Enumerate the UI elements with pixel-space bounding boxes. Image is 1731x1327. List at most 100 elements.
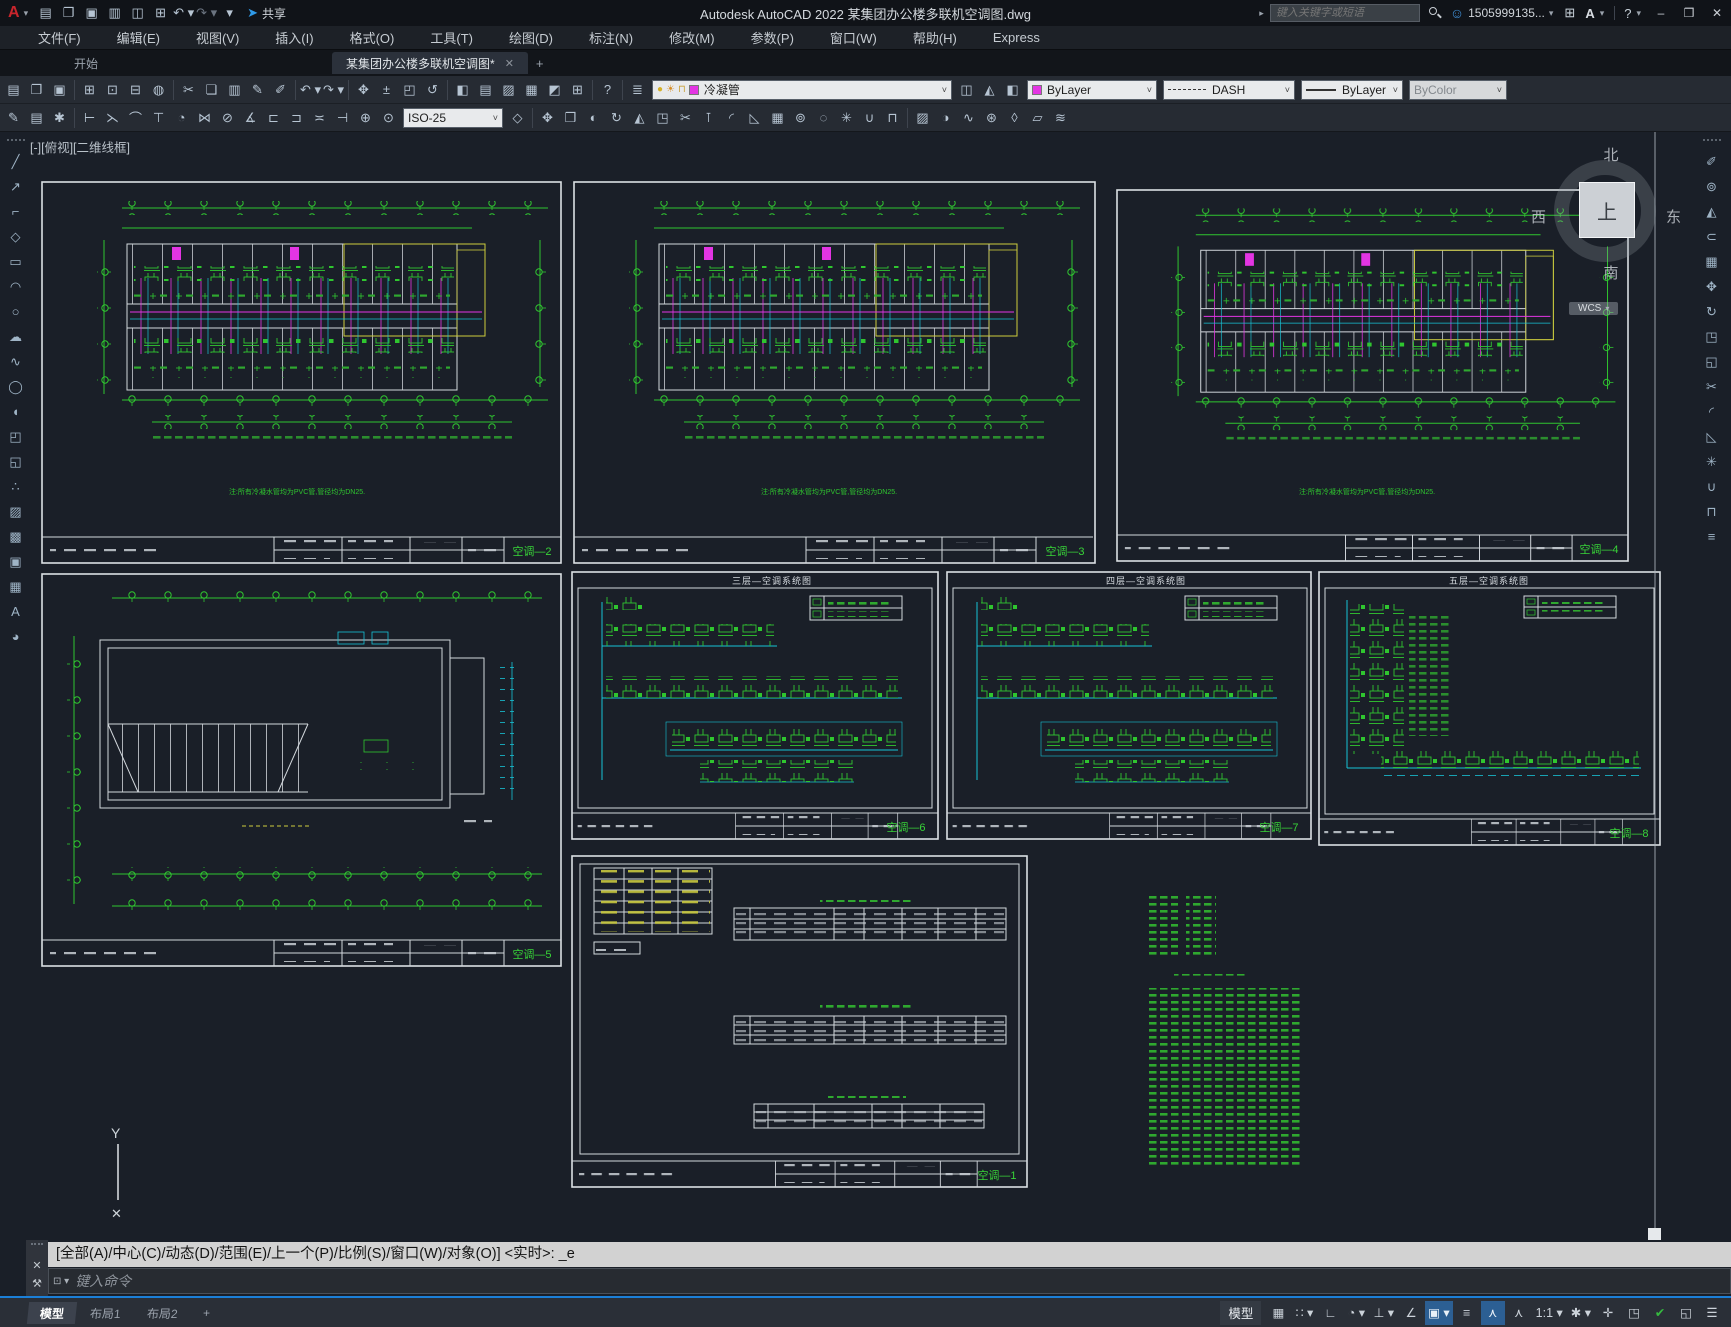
ortho-icon[interactable]: ∟ [1318,1301,1342,1325]
join-icon[interactable]: ∪ [858,106,881,130]
menu-item[interactable]: Express [975,26,1058,49]
clean-screen-icon[interactable]: ◱ [1674,1301,1698,1325]
menu-item[interactable]: 视图(V) [178,26,257,49]
isolate-objects-icon[interactable]: ◳ [1622,1301,1646,1325]
dim-baseline-icon[interactable]: ⊏ [262,106,285,130]
polyline-icon[interactable]: ⌐ [3,199,28,224]
dim-angular-icon[interactable]: ∡ [239,106,262,130]
linetype-combo[interactable]: DASH ˅ [1163,79,1295,100]
point-style-icon[interactable]: ◕ [3,624,28,649]
group-icon[interactable]: ◊ [1003,106,1026,130]
tab-start[interactable]: 开始 [60,52,112,74]
align-icon[interactable]: ▱ [1026,106,1049,130]
paste-icon[interactable]: ▥ [223,78,246,102]
construction-line-icon[interactable]: ↗ [3,174,28,199]
designcenter-icon[interactable]: ▤ [474,78,497,102]
crosshair-icon[interactable]: ✛ [1596,1301,1620,1325]
dim-break-icon[interactable]: ⊣ [331,106,354,130]
wcs-menu[interactable]: WCS ▾ [1569,302,1619,315]
tolerance-icon[interactable]: ⊕ [354,106,377,130]
dim-diameter-icon[interactable]: ⊘ [216,106,239,130]
isodraft-icon[interactable]: ⊥ ▾ [1370,1301,1397,1325]
match-properties-icon[interactable]: ✎ [246,78,269,102]
mirror-icon[interactable]: ◭ [628,106,651,130]
search-input[interactable] [1269,4,1420,22]
lineweight-display-icon[interactable]: ≡ [1455,1301,1479,1325]
center-mark-icon[interactable]: ⊙ [377,106,400,130]
menu-item[interactable]: 修改(M) [651,26,733,49]
dim-radius-icon[interactable]: ◔ [170,106,193,130]
save-icon[interactable]: ▣ [48,78,71,102]
zoom-window-icon[interactable]: ◰ [398,78,421,102]
rectangle-icon[interactable]: ▭ [3,249,28,274]
annotation-visibility-icon[interactable]: ⋏ [1480,1300,1505,1325]
menu-item[interactable]: 参数(P) [733,26,812,49]
explode-icon[interactable]: ✳ [1699,449,1724,474]
spline-edit-icon[interactable]: ∿ [957,106,980,130]
share-icon[interactable]: ➤ [247,5,258,21]
extend-icon[interactable]: ⊺ [697,106,720,130]
properties-icon[interactable]: ◧ [451,78,474,102]
tool-palettes-icon[interactable]: ▨ [497,78,520,102]
command-close-icon[interactable]: ✕ [32,1259,41,1272]
gradient-icon[interactable]: ▩ [3,524,28,549]
menu-item[interactable]: 插入(I) [257,26,331,49]
menu-item[interactable]: 工具(T) [412,26,491,49]
new-icon[interactable]: ▤ [2,78,25,102]
mtext-icon[interactable]: A [3,599,28,624]
spline-icon[interactable]: ∿ [3,349,28,374]
viewcube-north[interactable]: 北 [1545,144,1677,165]
rotate-icon[interactable]: ↻ [1699,299,1724,324]
snap-mode-icon[interactable]: ∷ ▾ [1292,1301,1316,1325]
model-tab[interactable]: 模型 [26,1301,78,1324]
viewcube-top-face[interactable]: 上 [1579,182,1635,238]
help-icon[interactable]: ? [1624,6,1631,21]
polyline-edit-icon[interactable]: ◑ [934,106,957,130]
web-icon[interactable]: ◍ [147,78,170,102]
trim-icon[interactable]: ✂ [1699,374,1724,399]
overlap-icon[interactable]: ≋ [1049,106,1072,130]
offset-icon[interactable]: ⊚ [789,106,812,130]
command-grip[interactable]: ✕ ⚒ [26,1240,48,1296]
command-input[interactable]: ⊡ ▾ 键入命令 [48,1268,1731,1294]
menu-item[interactable]: 编辑(E) [99,26,178,49]
maximize-button[interactable]: ❒ [1675,6,1703,20]
command-tools-icon[interactable]: ⚒ [32,1277,42,1290]
plot-preview-icon[interactable]: ⊡ [101,78,124,102]
command-prompt-icon[interactable]: ⊡ ▾ [53,1276,69,1287]
customization-menu-icon[interactable]: ☰ [1700,1301,1724,1325]
layer-off-icon[interactable]: ◫ [955,78,978,102]
search-icon[interactable] [1428,6,1442,20]
print-icon[interactable]: ⊞ [149,1,172,25]
layer-freeze-icon[interactable]: ☀ [666,84,675,95]
undo-icon[interactable]: ↶ ▾ [172,1,195,25]
dim-style-icon[interactable]: ◇ [506,106,529,130]
scale-icon[interactable]: ◳ [1699,324,1724,349]
layer-lock-icon[interactable]: ⊓ [678,84,686,95]
graphics-performance-icon[interactable]: ✔ [1648,1301,1672,1325]
block-editor-icon[interactable]: ✐ [269,78,292,102]
save-as-icon[interactable]: ▥ [103,1,126,25]
dim-jogged-icon[interactable]: ⋈ [193,106,216,130]
menu-item[interactable]: 格式(O) [332,26,413,49]
ellipse-icon[interactable]: ◯ [3,374,28,399]
fillet-icon[interactable]: ◜ [720,106,743,130]
app-store-cart-icon[interactable]: ⊞ [1564,5,1575,21]
autodesk-app-icon[interactable]: A [1585,6,1594,21]
model-paper-toggle[interactable]: 模型 [1220,1300,1262,1325]
new-file-icon[interactable]: ▤ [34,1,57,25]
sheet-set-manager-icon[interactable]: ▦ [520,78,543,102]
menu-item[interactable]: 绘图(D) [491,26,571,49]
stretch-icon[interactable]: ◐ [582,106,605,130]
color-combo[interactable]: ByLayer ˅ [1027,79,1157,100]
layout1-tab[interactable]: 布局1 [77,1302,134,1324]
app-menu-arrow-icon[interactable]: ▾ [24,8,29,19]
autoscale-icon[interactable]: ⋏ [1507,1301,1531,1325]
workspace-icon[interactable]: ✱ [48,106,71,130]
dim-linear-icon[interactable]: ⊢ [78,106,101,130]
line-icon[interactable]: ╱ [3,149,28,174]
menu-item[interactable]: 帮助(H) [895,26,975,49]
account-label[interactable]: 1505999135... [1468,6,1545,20]
layer-previous-icon[interactable]: ◧ [1001,78,1024,102]
quickcalc-icon[interactable]: ⊞ [566,78,589,102]
